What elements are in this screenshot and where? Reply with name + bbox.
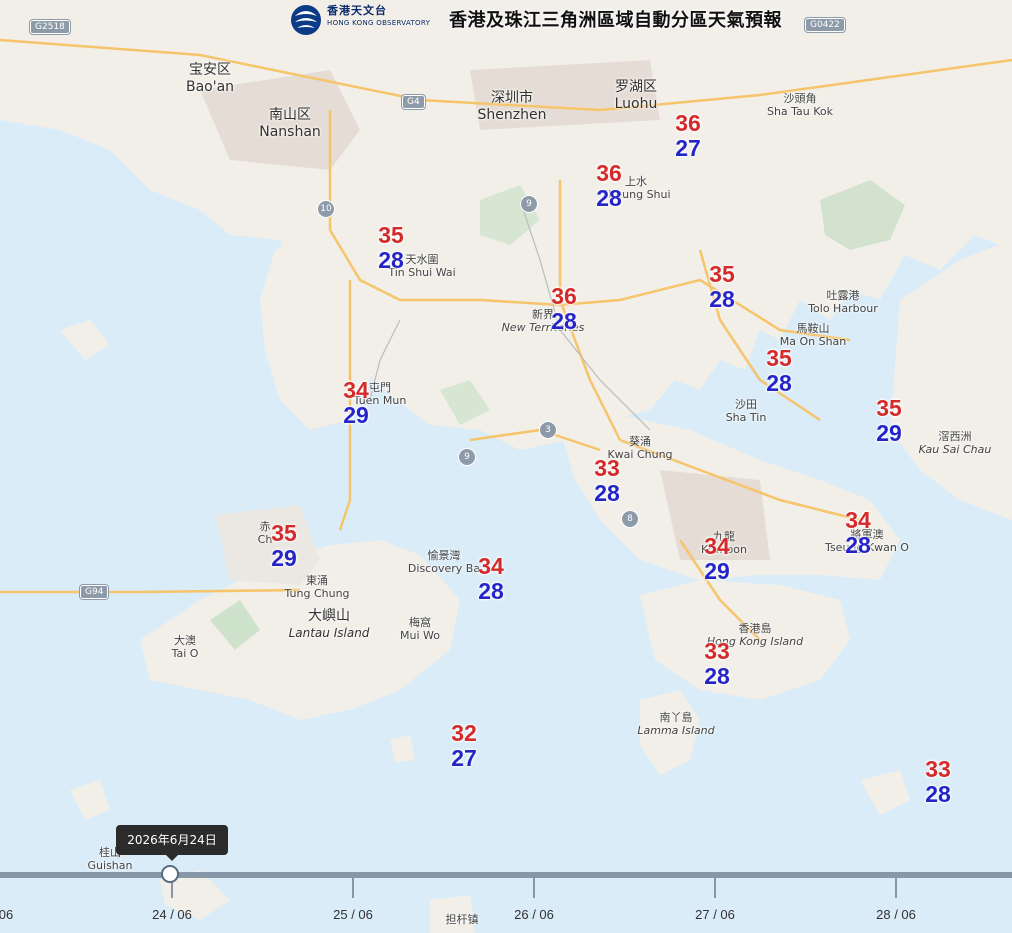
timeline-label[interactable]: 26 / 06: [514, 907, 554, 922]
road-shield: G2518: [30, 20, 70, 34]
max-temp: 33: [704, 638, 730, 664]
station-marker[interactable]: 36 28: [579, 161, 639, 211]
max-temp: 35: [766, 345, 792, 371]
timeline-label[interactable]: 27 / 06: [695, 907, 735, 922]
timeline-label[interactable]: 28 / 06: [876, 907, 916, 922]
header: 香港天文台 HONG KONG OBSERVATORY 香港及珠江三角洲區域自動…: [0, 0, 1012, 40]
route-marker: 9: [458, 448, 476, 466]
min-temp: 29: [343, 402, 369, 428]
timeline-track[interactable]: [0, 872, 1012, 878]
road-shield: G4: [402, 95, 425, 109]
station-marker[interactable]: 34 29: [687, 534, 747, 584]
route-marker: 9: [520, 195, 538, 213]
station-marker[interactable]: 35 29: [254, 521, 314, 571]
place-label: 南山区 Nanshan: [259, 107, 321, 140]
route-marker: 10: [317, 200, 335, 218]
timeline-label[interactable]: 24 / 06: [152, 907, 192, 922]
min-temp: 28: [478, 578, 504, 604]
min-temp: 28: [551, 308, 577, 334]
max-temp: 36: [551, 283, 577, 309]
place-label: 吐露港 Tolo Harbour: [808, 289, 878, 315]
min-temp: 28: [704, 663, 730, 689]
station-marker[interactable]: 32 27: [434, 721, 494, 771]
station-marker[interactable]: 36 28: [534, 284, 594, 334]
route-marker: 3: [539, 421, 557, 439]
date-tooltip: 2026年6月24日: [116, 825, 228, 861]
min-temp: 28: [709, 286, 735, 312]
min-temp: 28: [378, 247, 404, 273]
hko-logo-text: 香港天文台 HONG KONG OBSERVATORY: [327, 5, 430, 29]
place-label: 沙田 Sha Tin: [725, 398, 767, 424]
timeline-tick: [714, 878, 716, 898]
hko-logo-icon: [291, 5, 321, 35]
timeline-handle[interactable]: [161, 865, 179, 883]
station-marker[interactable]: 34 29: [326, 378, 386, 428]
min-temp: 28: [596, 185, 622, 211]
min-temp: 29: [271, 545, 297, 571]
station-marker[interactable]: 33 28: [577, 456, 637, 506]
min-temp: 27: [451, 745, 477, 771]
max-temp: 33: [925, 756, 951, 782]
max-temp: 36: [596, 160, 622, 186]
place-label: 罗湖区 Luohu: [614, 79, 658, 112]
max-temp: 33: [594, 455, 620, 481]
hko-name-zh: 香港天文台: [327, 4, 387, 17]
page-title: 香港及珠江三角洲區域自動分區天氣預報: [449, 10, 782, 31]
hko-name-en: HONG KONG OBSERVATORY: [327, 19, 431, 27]
min-temp: 28: [766, 370, 792, 396]
max-temp: 35: [876, 395, 902, 421]
min-temp: 29: [704, 558, 730, 584]
max-temp: 32: [451, 720, 477, 746]
route-marker: 8: [621, 510, 639, 528]
station-marker[interactable]: 35 28: [361, 223, 421, 273]
max-temp: 34: [343, 377, 369, 403]
place-label: 南丫島 Lamma Island: [637, 711, 715, 737]
timeline-tick: [533, 878, 535, 898]
max-temp: 34: [704, 533, 730, 559]
max-temp: 35: [709, 261, 735, 287]
station-marker[interactable]: 34 28: [461, 554, 521, 604]
min-temp: 28: [925, 781, 951, 807]
place-label: 宝安区 Bao'an: [185, 62, 235, 95]
min-temp: 27: [675, 135, 701, 161]
max-temp: 34: [845, 507, 871, 533]
road-shield: G94: [80, 585, 109, 599]
max-temp: 36: [675, 110, 701, 136]
place-label: 大嶼山 Lantau Island: [288, 608, 370, 640]
min-temp: 28: [845, 532, 871, 558]
min-temp: 29: [876, 420, 902, 446]
place-label: 深圳市 Shenzhen: [477, 90, 547, 123]
min-temp: 28: [594, 480, 620, 506]
station-marker[interactable]: 35 28: [692, 262, 752, 312]
station-marker[interactable]: 33 28: [908, 757, 968, 807]
max-temp: 35: [378, 222, 404, 248]
place-label: 大澳 Tai O: [171, 634, 199, 660]
place-label: 滘西洲 Kau Sai Chau: [918, 430, 992, 456]
station-marker[interactable]: 34 28: [828, 508, 888, 558]
timeline-label[interactable]: 25 / 06: [333, 907, 373, 922]
road-shield: G0422: [805, 18, 845, 32]
place-label: 担杆镇: [445, 913, 479, 926]
timeline-label[interactable]: 06: [0, 907, 13, 922]
max-temp: 35: [271, 520, 297, 546]
station-marker[interactable]: 35 28: [749, 346, 809, 396]
station-marker[interactable]: 33 28: [687, 639, 747, 689]
base-map[interactable]: [0, 0, 1012, 933]
timeline-tick: [352, 878, 354, 898]
station-marker[interactable]: 36 27: [658, 111, 718, 161]
station-marker[interactable]: 35 29: [859, 396, 919, 446]
place-label: 沙頭角 Sha Tau Kok: [766, 92, 834, 118]
place-label: 梅窩 Mui Wo: [400, 616, 440, 642]
max-temp: 34: [478, 553, 504, 579]
place-label: 東涌 Tung Chung: [284, 574, 350, 600]
timeline-tick: [895, 878, 897, 898]
